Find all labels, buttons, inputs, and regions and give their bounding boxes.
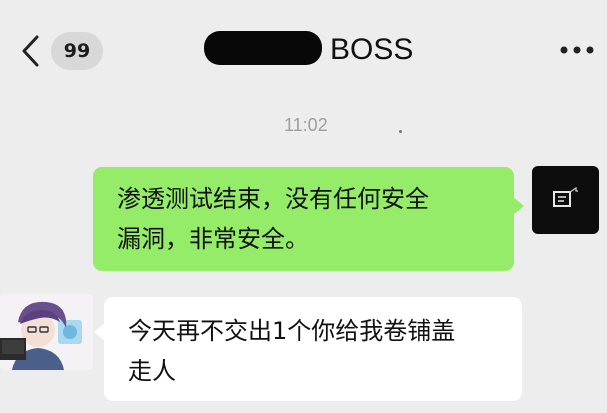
chat-title: BOSS bbox=[330, 33, 414, 66]
avatar-logo-icon bbox=[553, 186, 578, 207]
chevron-left-icon bbox=[22, 35, 39, 67]
incoming-message-bubble[interactable]: 今天再不交出1个你给我卷铺盖 走人 bbox=[94, 297, 522, 401]
anime-character-avatar bbox=[0, 294, 93, 370]
chat-header: 99 BOSS bbox=[0, 0, 607, 95]
message-line: 漏洞，非常安全。 bbox=[117, 225, 309, 253]
my-avatar[interactable] bbox=[532, 166, 599, 234]
message-line: 渗透测试结束，没有任何安全 bbox=[117, 185, 429, 213]
message-timestamp: 11:02 bbox=[284, 115, 328, 135]
back-button[interactable] bbox=[14, 30, 48, 72]
outgoing-message-bubble[interactable]: 渗透测试结束，没有任何安全 漏洞，非常安全。 bbox=[93, 167, 524, 271]
more-button[interactable] bbox=[556, 42, 598, 56]
unread-badge[interactable]: 99 bbox=[51, 32, 103, 70]
more-icon bbox=[560, 46, 594, 54]
boss-avatar[interactable] bbox=[0, 294, 93, 370]
decorative-dot bbox=[399, 130, 402, 133]
message-line: 今天再不交出1个你给我卷铺盖 bbox=[128, 317, 456, 345]
redacted-contact-name bbox=[204, 31, 322, 65]
message-line: 走人 bbox=[128, 357, 176, 385]
